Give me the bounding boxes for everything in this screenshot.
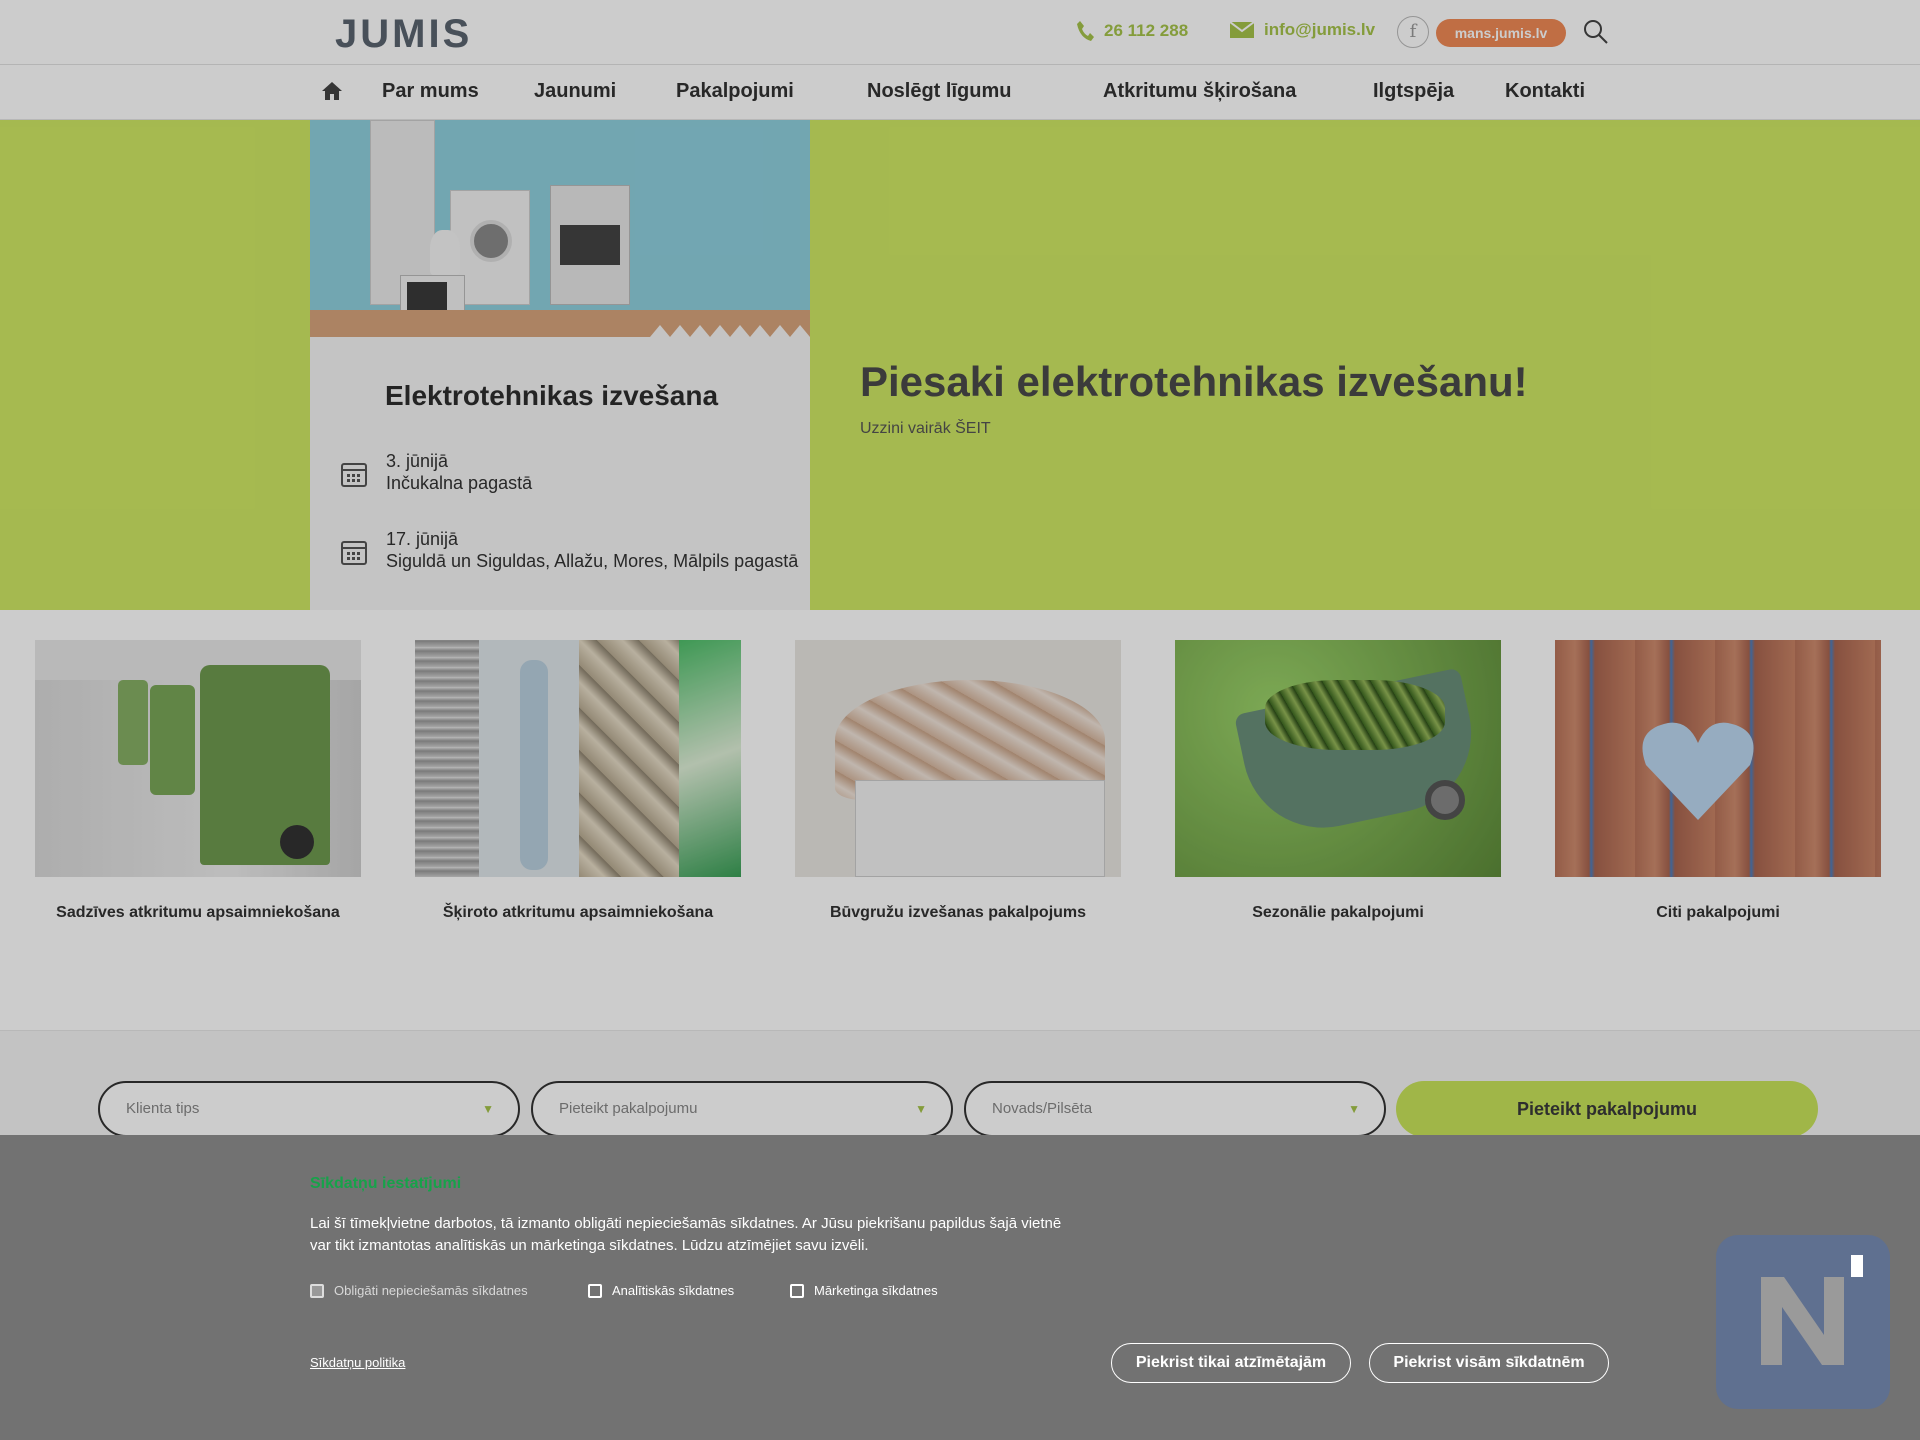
accept-selected-button[interactable]: Piekrist tikai atzīmētajām — [1111, 1343, 1351, 1383]
nav-pakalpojumi[interactable]: Pakalpojumi — [676, 80, 794, 103]
service-card-other[interactable]: Citi pakalpojumi — [1555, 640, 1881, 922]
event-date: 3. jūnijā — [386, 451, 449, 471]
cookie-option-marketing[interactable]: Mārketinga sīkdatnes — [790, 1283, 938, 1298]
service-card-seasonal[interactable]: Sezonālie pakalpojumi — [1175, 640, 1501, 922]
email-address: info@jumis.lv — [1264, 20, 1376, 39]
option-label: Mārketinga sīkdatnes — [814, 1283, 938, 1298]
checkbox-checked — [310, 1283, 324, 1298]
zigzag-edge — [310, 325, 810, 350]
jumis-logo[interactable]: JUMIS — [335, 12, 469, 56]
nav-par-mums[interactable]: Par mums — [382, 80, 479, 103]
logo-text: JUMIS — [335, 12, 473, 56]
cookie-title: Sīkdatņu iestatījumi — [310, 1175, 462, 1192]
service-card-construction[interactable]: Būvgružu izvešanas pakalpojums — [795, 640, 1121, 922]
hero-subtitle-link[interactable]: Uzzini vairāk ŠEIT — [860, 420, 991, 438]
select-placeholder: Klienta tips — [126, 1100, 200, 1117]
service-label: Būvgružu izvešanas pakalpojums — [829, 904, 1087, 921]
option-label: Analītiskās sīkdatnes — [612, 1283, 735, 1298]
nav-noslegt-ligumu[interactable]: Noslēgt līgumu — [867, 80, 1011, 103]
region-select[interactable]: Novads/Pilsēta ▼ — [964, 1081, 1386, 1137]
facebook-icon[interactable]: f — [1397, 16, 1429, 48]
nav-atkritumu-skirosana[interactable]: Atkritumu šķirošana — [1103, 80, 1296, 103]
household-waste-photo — [35, 640, 361, 877]
seasonal-photo — [1175, 640, 1501, 877]
phone-icon — [1077, 21, 1094, 41]
home-icon[interactable] — [321, 80, 343, 102]
event-item: 17. jūnijā Siguldā un Siguldas, Allažu, … — [340, 528, 798, 572]
service-label: Šķiroto atkritumu apsaimniekošana — [442, 904, 714, 921]
cookie-description: Lai šī tīmekļvietne darbotos, tā izmanto… — [310, 1215, 1062, 1254]
select-placeholder: Pieteikt pakalpojumu — [559, 1100, 698, 1117]
chevron-down-icon: ▼ — [1348, 1102, 1360, 1116]
other-services-photo — [1555, 640, 1881, 877]
checkbox[interactable] — [790, 1283, 804, 1298]
appliances-photo — [310, 120, 810, 340]
top-bar: JUMIS 26 112 288 info@jumis.lv f mans.ju… — [0, 0, 1920, 65]
hero-banner[interactable]: Elektrotehnikas izvešana 3. jūnijā Inčuk… — [0, 120, 1920, 610]
email-contact[interactable]: info@jumis.lv — [1230, 20, 1375, 40]
select-placeholder: Novads/Pilsēta — [992, 1100, 1093, 1117]
chevron-down-icon: ▼ — [482, 1102, 494, 1116]
nav-jaunumi[interactable]: Jaunumi — [534, 80, 616, 103]
main-nav: Par mums Jaunumi Pakalpojumi Noslēgt līg… — [0, 66, 1920, 120]
event-place: Siguldā un Siguldas, Allažu, Mores, Mālp… — [386, 551, 799, 571]
event-place: Inčukalna pagastā — [386, 473, 533, 493]
cookie-banner: Sīkdatņu iestatījumi Lai šī tīmekļvietne… — [0, 1135, 1920, 1440]
cookie-option-required: Obligāti nepieciešamās sīkdatnes — [310, 1283, 528, 1298]
chat-widget-icon[interactable] — [1716, 1235, 1890, 1409]
hero-poster: Elektrotehnikas izvešana 3. jūnijā Inčuk… — [310, 120, 810, 610]
hero-title[interactable]: Piesaki elektrotehnikas izvešanu! — [860, 358, 1528, 406]
service-select[interactable]: Pieteikt pakalpojumu ▼ — [531, 1081, 953, 1137]
phone-number: 26 112 288 — [1104, 21, 1189, 40]
envelope-icon — [1230, 22, 1254, 38]
construction-waste-photo — [795, 640, 1121, 877]
service-label: Citi pakalpojumi — [1656, 904, 1780, 921]
nav-kontakti[interactable]: Kontakti — [1505, 80, 1585, 103]
chevron-down-icon: ▼ — [915, 1102, 927, 1116]
sorted-waste-photo — [415, 640, 741, 877]
accept-all-button[interactable]: Piekrist visām sīkdatnēm — [1369, 1343, 1609, 1383]
heart-icon — [1642, 722, 1754, 820]
nav-ilgtspeja[interactable]: Ilgtspēja — [1373, 80, 1454, 103]
cookie-option-analytics[interactable]: Analītiskās sīkdatnes — [588, 1283, 734, 1298]
event-date: 17. jūnijā — [386, 529, 459, 549]
event-item: 3. jūnijā Inčukalna pagastā — [340, 450, 532, 494]
calendar-icon — [341, 541, 367, 565]
service-card-household[interactable]: Sadzīves atkritumu apsaimniekošana — [35, 640, 361, 922]
portal-button[interactable]: mans.jumis.lv — [1436, 19, 1566, 47]
service-card-sorted[interactable]: Šķiroto atkritumu apsaimniekošana — [415, 640, 741, 922]
poster-title: Elektrotehnikas izvešana — [385, 380, 719, 411]
checkbox[interactable] — [588, 1283, 602, 1298]
calendar-icon — [341, 463, 367, 487]
order-submit-button[interactable]: Pieteikt pakalpojumu — [1396, 1081, 1818, 1137]
option-label: Obligāti nepieciešamās sīkdatnes — [334, 1283, 528, 1298]
phone-contact[interactable]: 26 112 288 — [1076, 20, 1188, 42]
cookie-policy-link[interactable]: Sīkdatņu politika — [310, 1355, 405, 1370]
search-icon[interactable] — [1583, 19, 1609, 45]
service-label: Sadzīves atkritumu apsaimniekošana — [56, 904, 340, 921]
client-type-select[interactable]: Klienta tips ▼ — [98, 1081, 520, 1137]
service-label: Sezonālie pakalpojumi — [1252, 904, 1424, 921]
n-logo-icon — [1761, 1255, 1863, 1365]
